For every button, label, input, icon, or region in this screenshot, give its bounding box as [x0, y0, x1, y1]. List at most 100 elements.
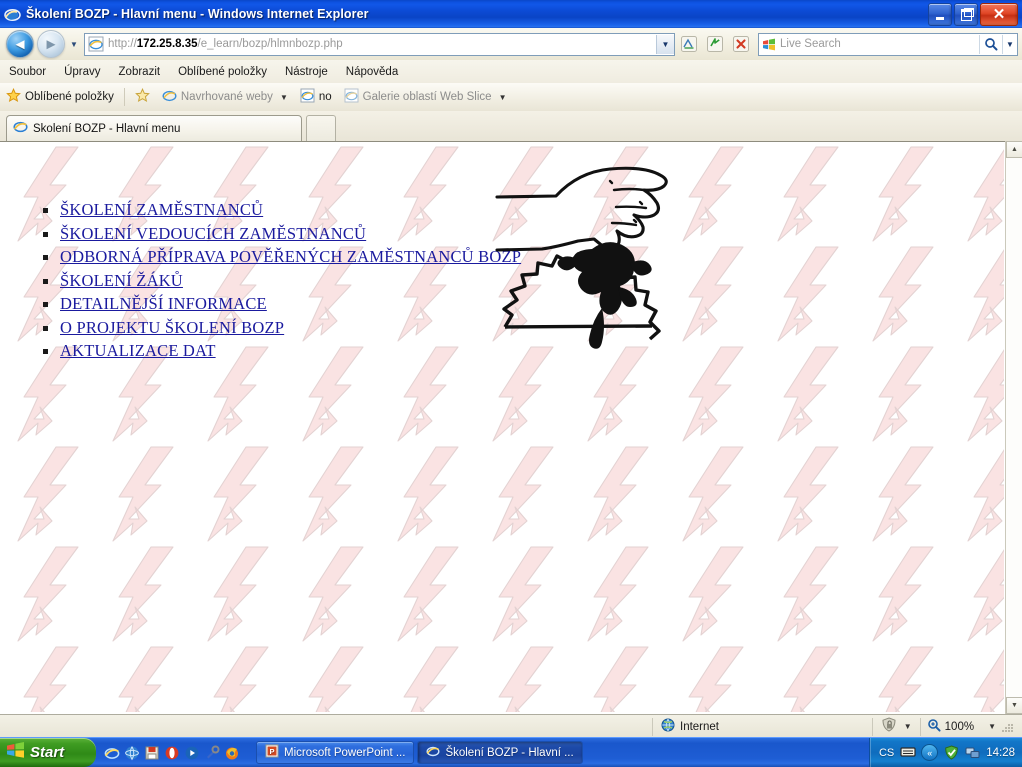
list-item: ŠKOLENÍ ŽÁKŮ: [42, 271, 521, 291]
start-label: Start: [30, 744, 65, 761]
star-outline-icon: [134, 87, 150, 106]
link-skoleni-zamestnancu[interactable]: ŠKOLENÍ ZAMĚSTNANCŮ: [60, 200, 263, 219]
ie-page-icon: [344, 88, 359, 106]
chevron-down-icon: ▼: [988, 722, 996, 731]
chevron-down-icon: ▼: [1011, 702, 1018, 709]
link-o-projektu-skoleni-bozp[interactable]: O PROJEKTU ŠKOLENÍ BOZP: [60, 318, 284, 337]
favbar-item-navrhovane-weby[interactable]: Navrhované weby ▼: [156, 88, 294, 106]
refresh-button[interactable]: [703, 32, 727, 56]
media-player-icon[interactable]: [184, 745, 200, 761]
browser-icon[interactable]: [124, 745, 140, 761]
link-skoleni-zaku[interactable]: ŠKOLENÍ ŽÁKŮ: [60, 271, 183, 290]
favbar-item-web-slice-gallery[interactable]: Galerie oblastí Web Slice ▼: [338, 88, 513, 106]
menu-oblibene-polozky[interactable]: Oblíbené položky: [169, 64, 276, 80]
firefox-icon[interactable]: [224, 745, 240, 761]
resize-grip[interactable]: [1000, 720, 1014, 734]
status-message-area: [0, 718, 652, 736]
link-skoleni-vedoucich-zamestnancu[interactable]: ŠKOLENÍ VEDOUCÍCH ZAMĚSTNANCŮ: [60, 224, 366, 243]
security-zone-indicator[interactable]: Internet: [652, 717, 727, 736]
zoom-label: 100%: [944, 720, 975, 733]
search-placeholder: Live Search: [780, 38, 841, 50]
vertical-scrollbar[interactable]: ▲ ▼: [1005, 141, 1022, 714]
desktop-root: Školení BOZP - Hlavní menu - Windows Int…: [0, 0, 1022, 767]
list-item: ODBORNÁ PŘÍPRAVA POVĚŘENÝCH ZAMĚSTNANCŮ …: [42, 247, 521, 267]
address-dropdown-button[interactable]: ▼: [656, 34, 674, 54]
security-shield-icon[interactable]: [944, 745, 959, 760]
list-item: AKTUALIZACE DAT: [42, 341, 521, 361]
tool-icon[interactable]: [204, 745, 220, 761]
maximize-restore-button[interactable]: [954, 3, 978, 26]
chevron-down-icon: ▼: [279, 92, 288, 102]
favbar-separator: [123, 88, 125, 106]
tab-skoleni-bozp[interactable]: Školení BOZP - Hlavní menu: [6, 115, 302, 141]
network-icon[interactable]: [965, 745, 980, 760]
new-tab-button[interactable]: [306, 115, 336, 142]
link-odborna-priprava-poverenych[interactable]: ODBORNÁ PŘÍPRAVA POVĚŘENÝCH ZAMĚSTNANCŮ …: [60, 247, 521, 266]
link-aktualizace-dat[interactable]: AKTUALIZACE DAT: [60, 341, 216, 360]
zoom-level-control[interactable]: 100% ▼: [919, 717, 1022, 736]
ie-icon[interactable]: [104, 745, 120, 761]
system-tray: CS « 14:28: [868, 738, 1022, 767]
ie-icon: [13, 119, 28, 139]
scroll-down-button[interactable]: ▼: [1006, 697, 1022, 714]
address-text: http://172.25.8.35/e_learn/bozp/hlmnbozp…: [108, 38, 343, 50]
menu-nastroje[interactable]: Nástroje: [276, 64, 337, 80]
scrollbar-track[interactable]: [1006, 158, 1022, 697]
opera-icon[interactable]: [164, 745, 180, 761]
main-menu-link-list: ŠKOLENÍ ZAMĚSTNANCŮ ŠKOLENÍ VEDOUCÍCH ZA…: [34, 200, 521, 365]
chevron-up-icon: ▲: [1011, 146, 1018, 153]
add-to-favorites-bar-button[interactable]: [129, 87, 156, 106]
favbar-item-label: Navrhované weby: [180, 91, 273, 103]
chevron-down-icon: ▼: [903, 722, 912, 731]
link-detailnejsi-informace[interactable]: DETAILNĚJŠÍ INFORMACE: [60, 294, 267, 313]
tab-bar: Školení BOZP - Hlavní menu ▼: [0, 111, 1022, 245]
status-bar: Internet ▼ 100% ▼: [0, 714, 1022, 738]
close-button[interactable]: ✕: [980, 3, 1018, 26]
ie-icon: [426, 744, 440, 761]
taskbutton-skoleni-bozp[interactable]: Školení BOZP - Hlavní ...: [417, 741, 583, 764]
keyboard-icon[interactable]: [900, 745, 916, 760]
scroll-up-button[interactable]: ▲: [1006, 141, 1022, 158]
forward-button[interactable]: ►: [37, 30, 65, 58]
hand-finger-over-saw-blade-illustration: [494, 163, 794, 393]
navigation-bar: ◄ ► ▼ http://172.25.8.35/e_learn/bozp/hl…: [0, 28, 1022, 61]
menu-soubor[interactable]: Soubor: [0, 64, 55, 80]
windows-logo-icon: [6, 741, 25, 764]
back-arrow-icon: ◄: [12, 35, 28, 53]
protected-mode-indicator[interactable]: ▼: [871, 716, 920, 736]
search-input[interactable]: Live Search ▼: [758, 32, 1018, 56]
ie-icon: [162, 88, 177, 106]
svg-text:P: P: [269, 747, 274, 756]
back-button[interactable]: ◄: [6, 30, 34, 58]
menu-zobrazit[interactable]: Zobrazit: [110, 64, 170, 80]
taskbutton-label: Microsoft PowerPoint ...: [284, 746, 406, 759]
address-bar[interactable]: http://172.25.8.35/e_learn/bozp/hlmnbozp…: [84, 32, 675, 56]
menu-bar: Soubor Úpravy Zobrazit Oblíbené položky …: [0, 60, 1022, 84]
favbar-item-no[interactable]: no: [294, 88, 338, 106]
search-dropdown-button[interactable]: ▼: [1002, 34, 1017, 54]
globe-icon: [661, 718, 675, 735]
search-go-button[interactable]: [979, 34, 1002, 54]
stop-button[interactable]: [729, 32, 753, 56]
tab-label: Školení BOZP - Hlavní menu: [33, 122, 181, 135]
ie-page-icon: [300, 88, 315, 106]
window-title: Školení BOZP - Hlavní menu - Windows Int…: [26, 7, 369, 21]
page-favicon-icon: [88, 36, 104, 52]
magnifier-icon: [985, 38, 998, 51]
magnifier-plus-icon: [927, 718, 941, 735]
minimize-button[interactable]: [928, 3, 952, 26]
show-hidden-icons-button[interactable]: «: [921, 744, 939, 761]
web-page-content: ŠKOLENÍ ZAMĚSTNANCŮ ŠKOLENÍ VEDOUCÍCH ZA…: [4, 145, 1004, 712]
menu-upravy[interactable]: Úpravy: [55, 64, 109, 80]
recent-pages-button[interactable]: ▼: [67, 34, 81, 54]
start-button[interactable]: Start: [0, 738, 96, 767]
menu-napoveda[interactable]: Nápověda: [337, 64, 407, 80]
list-item: O PROJEKTU ŠKOLENÍ BOZP: [42, 318, 521, 338]
taskbutton-powerpoint[interactable]: P Microsoft PowerPoint ...: [256, 741, 415, 764]
favorites-center-button[interactable]: Oblíbené položky: [0, 87, 120, 106]
compatibility-view-button[interactable]: [677, 32, 701, 56]
favbar-item-label: no: [318, 91, 332, 103]
save-disk-icon[interactable]: [144, 745, 160, 761]
clock[interactable]: 14:28: [986, 747, 1015, 759]
language-indicator[interactable]: CS: [879, 747, 894, 759]
